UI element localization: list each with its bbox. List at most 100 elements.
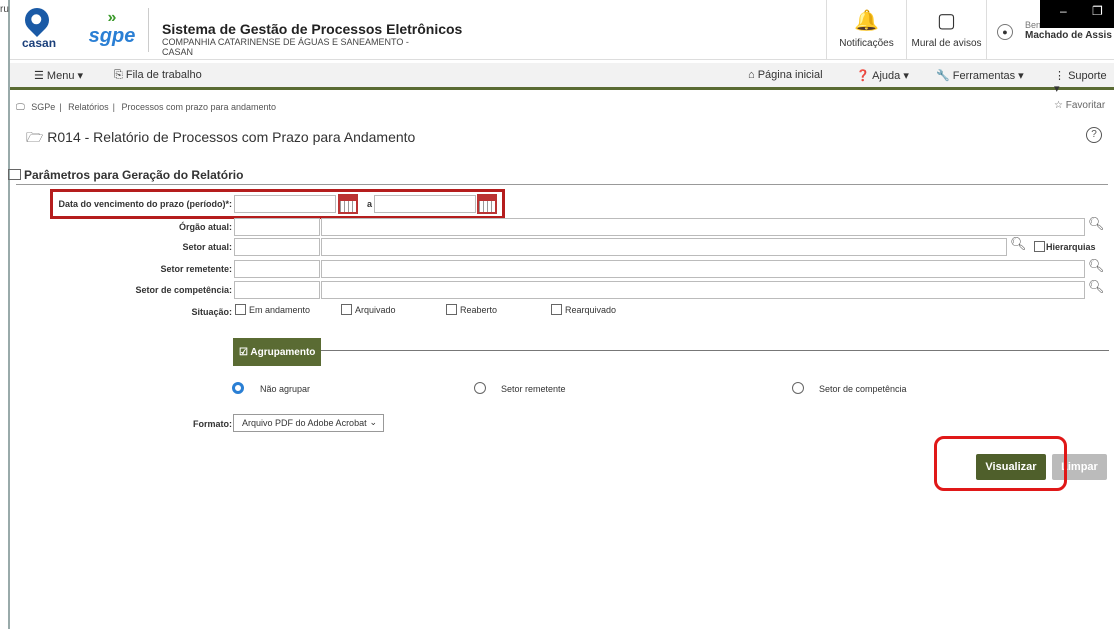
setor-competencia-search-icon[interactable]: 🔍︎ [1088, 279, 1105, 295]
formato-value: Arquivo PDF do Adobe Acrobat [242, 418, 367, 428]
vertical-dots-icon: ⋮ [1054, 70, 1065, 82]
user-greeting: Ben [1025, 20, 1042, 30]
system-subtitle: COMPANHIA CATARINENSE DE ÁGUAS E SANEAME… [162, 37, 409, 57]
setor-remetente-label: Setor remetente: [160, 264, 232, 274]
formato-select[interactable]: Arquivo PDF do Adobe Acrobat ⌄ [233, 414, 384, 432]
setor-remetente-search-icon[interactable]: 🔍︎ [1088, 258, 1105, 274]
situacao-arquivado-label: Arquivado [355, 305, 396, 315]
breadcrumb: 🖵 SGPe | Relatórios | Processos com prazo … [16, 102, 277, 112]
radio-setor-competencia-label: Setor de competência [819, 384, 907, 394]
ferramentas-dropdown[interactable]: 🔧 Ferramentas ▾ [936, 69, 1024, 82]
orgao-name-input[interactable] [321, 218, 1085, 236]
mural-label: Mural de avisos [911, 38, 982, 49]
casan-drop-icon [20, 3, 54, 37]
breadcrumb-current: Processos com prazo para andamento [121, 102, 277, 112]
setor-remetente-name-input[interactable] [321, 260, 1085, 278]
fila-trabalho-link[interactable]: ⎘ Fila de trabalho [114, 69, 202, 82]
ferramentas-label: Ferramentas [952, 70, 1016, 82]
star-icon: ☆ [1054, 100, 1063, 111]
setor-atual-name-input[interactable] [321, 238, 1007, 256]
orgao-label: Órgão atual: [178, 222, 232, 232]
favoritar-button[interactable]: ☆ Favoritar [1054, 100, 1105, 111]
favoritar-label: Favoritar [1065, 100, 1106, 111]
system-title: Sistema de Gestão de Processos Eletrônic… [162, 21, 463, 37]
chevron-down-icon: ⌄ [369, 417, 377, 427]
casan-logo-text: casan [22, 36, 57, 50]
date-from-input[interactable] [234, 195, 336, 213]
ajuda-dropdown[interactable]: ❓ Ajuda ▾ [856, 69, 909, 82]
highlight-visualizar-box [934, 436, 1067, 491]
setor-competencia-label: Setor de competência: [135, 285, 232, 295]
agrupamento-header: ☑ Agrupamento [233, 338, 321, 366]
fila-icon: ⎘ [114, 69, 123, 81]
radio-nao-agrupar[interactable] [232, 382, 244, 394]
notifications-button[interactable]: 🔔 Notificações [826, 0, 906, 60]
radio-setor-competencia[interactable] [792, 382, 804, 394]
window-controls: – ❐ [1040, 0, 1114, 28]
menu-label: Menu [46, 70, 75, 82]
setor-atual-label: Setor atual: [182, 242, 232, 252]
list-icon [8, 169, 21, 180]
notifications-label: Notificações [839, 38, 894, 49]
orgao-code-input[interactable] [234, 218, 320, 236]
sgpe-logo[interactable]: » sgpe [86, 10, 138, 50]
page-title: 🗁 R014 - Relatório de Processos com Praz… [26, 127, 415, 151]
situacao-rearquivado-checkbox[interactable] [551, 304, 562, 315]
date-separator: a [366, 199, 372, 209]
casan-logo: casan [20, 3, 57, 52]
situacao-reaberto-label: Reaberto [460, 305, 498, 315]
setor-atual-code-input[interactable] [234, 238, 320, 256]
ajuda-label: Ajuda [872, 70, 901, 82]
home-icon: ⌂ [748, 69, 755, 81]
folder-open-icon: 🗁 [26, 129, 44, 145]
sgpe-arrows-icon: » [107, 9, 117, 26]
home-label: Página inicial [757, 69, 823, 81]
radio-setor-remetente-label: Setor remetente [501, 384, 566, 394]
orgao-search-icon[interactable]: 🔍︎ [1088, 216, 1105, 232]
suporte-dropdown[interactable]: ⋮ Suporte ▾ [1054, 69, 1114, 95]
calendar-from-icon[interactable] [338, 194, 358, 214]
situacao-arquivado-checkbox[interactable] [341, 304, 352, 315]
agrupamento-label: Agrupamento [250, 347, 316, 358]
suporte-label: Suporte [1068, 70, 1107, 82]
header-divider [148, 8, 149, 52]
help-icon[interactable]: ? [1086, 127, 1102, 143]
hierarquias-label: Hierarquias [1046, 242, 1096, 252]
date-to-input[interactable] [374, 195, 476, 213]
app-header: casan » sgpe Sistema de Gestão de Proces… [10, 0, 1114, 60]
menu-bar: ☰ Menu ▾ ⎘ Fila de trabalho ⌂ Página ini… [10, 63, 1114, 95]
user-name: Machado de Assis [1025, 30, 1112, 41]
situacao-reaberto-checkbox[interactable] [446, 304, 457, 315]
clipboard-icon: ▢ [937, 10, 956, 32]
breadcrumb-relatorios[interactable]: Relatórios [68, 102, 109, 112]
bell-icon: 🔔 [854, 10, 879, 32]
setor-remetente-code-input[interactable] [234, 260, 320, 278]
calendar-to-icon[interactable] [477, 194, 497, 214]
situacao-em-andamento-checkbox[interactable] [235, 304, 246, 315]
agrupamento-divider [321, 350, 1109, 351]
setor-atual-search-icon[interactable]: 🔍︎ [1010, 236, 1027, 252]
situacao-label: Situação: [191, 307, 232, 317]
setor-competencia-name-input[interactable] [321, 281, 1085, 299]
radio-setor-remetente[interactable] [474, 382, 486, 394]
home-link[interactable]: ⌂ Página inicial [748, 69, 823, 81]
breadcrumb-sgpe[interactable]: SGPe [31, 102, 55, 112]
date-label: Data do vencimento do prazo (período)*: [58, 199, 232, 209]
user-icon: ● [997, 24, 1013, 40]
section-divider [16, 184, 1108, 185]
help-circle-icon: ❓ [856, 70, 870, 82]
radio-nao-agrupar-label: Não agrupar [260, 384, 311, 394]
setor-competencia-code-input[interactable] [234, 281, 320, 299]
menu-dropdown[interactable]: ☰ Menu ▾ [34, 69, 83, 82]
minimize-button[interactable]: – [1060, 4, 1067, 18]
wrench-icon: 🔧 [936, 70, 950, 82]
checkbox-checked-icon: ☑ [239, 347, 248, 358]
formato-label: Formato: [193, 419, 232, 429]
mural-button[interactable]: ▢ Mural de avisos [906, 0, 986, 60]
situacao-rearquivado-label: Rearquivado [565, 305, 617, 315]
situacao-em-andamento-label: Em andamento [249, 305, 311, 315]
monitor-icon: 🖵 [16, 102, 25, 112]
hierarquias-checkbox[interactable] [1034, 241, 1045, 252]
section-title: Parâmetros para Geração do Relatório [24, 168, 244, 182]
restore-button[interactable]: ❐ [1092, 4, 1103, 18]
